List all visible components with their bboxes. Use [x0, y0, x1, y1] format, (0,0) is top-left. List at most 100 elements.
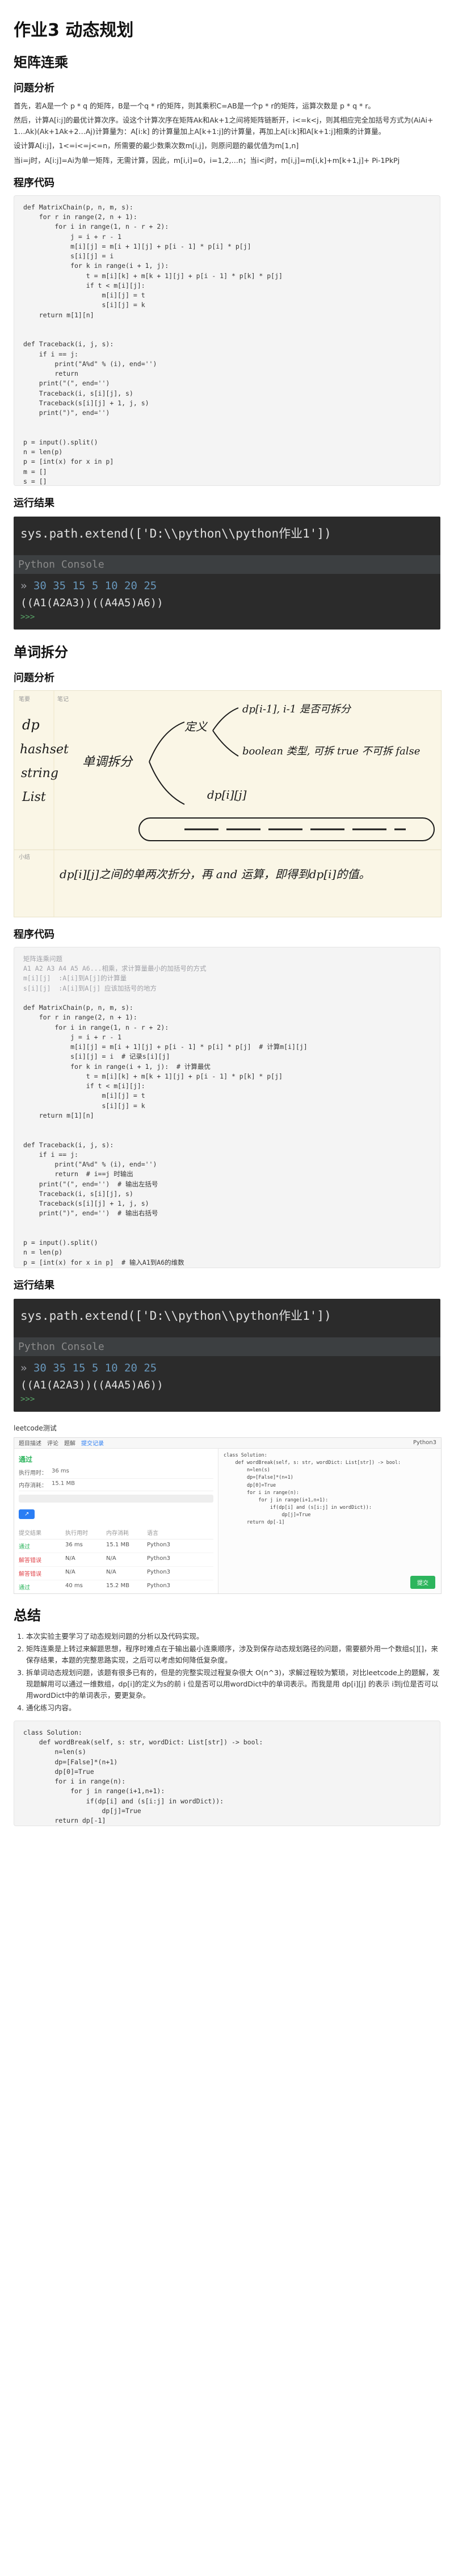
leetcode-code-editor[interactable]: class Solution: def wordBreak(self, s: s… — [219, 1448, 441, 1593]
tab-submissions[interactable]: 提交记录 — [81, 1438, 104, 1447]
row-time: 40 ms — [65, 1582, 83, 1589]
table-row[interactable]: 解答错误 N/A N/A Python3 — [19, 1553, 213, 1567]
runtime-label: 执行用时： — [19, 1470, 47, 1476]
row-mem: N/A — [106, 1555, 116, 1562]
code-block: def MatrixChain(p, n, m, s): for r in ra… — [14, 195, 440, 486]
hand-branch-3: dp[i][j] — [207, 788, 247, 802]
console-input-values: » 30 35 15 5 10 20 25 — [20, 1361, 157, 1374]
submissions-header: 提交结果 执行用时 内存消耗 语言 — [19, 1526, 213, 1539]
col-mem: 内存消耗 — [106, 1530, 129, 1537]
console-result: ((A1(A2A3))((A4A5)A6)) — [20, 1378, 163, 1391]
code-comment: A1 A2 A3 A4 A5 A6...相乘，求计算量最小的加括号的方式 — [23, 964, 207, 973]
row-time: 36 ms — [65, 1541, 83, 1548]
paragraph: 然后，计算A[i:j]的最优计算次序。设这个计算次序在矩阵Ak和Ak+1之间将矩… — [14, 116, 434, 136]
paragraph: 首先，若A是一个 p * q 的矩阵，B是一个q * r的矩阵，则其乘积C=AB… — [14, 102, 375, 110]
hand-list: List — [22, 790, 46, 804]
row-time: N/A — [65, 1555, 75, 1562]
row-mem: 15.2 MB — [106, 1582, 129, 1589]
section-heading-wordbreak: 单词拆分 — [14, 644, 68, 660]
brace-small — [212, 707, 239, 757]
summary-list: 本次实验主要学习了动态规划问题的分析以及代码实现。 矩阵连乘是上转过来解题思想，… — [14, 1631, 440, 1714]
leetcode-caption: leetcode测试 — [14, 1424, 57, 1432]
hand-string: string — [21, 766, 58, 781]
row-lang: Python3 — [147, 1568, 171, 1575]
note-drawing: 笔要 笔记 小结 dp hashset string List 单调拆分 定义 … — [14, 690, 441, 917]
col-lang: 语言 — [147, 1530, 158, 1537]
list-item: 通化练习内容。 — [26, 1702, 440, 1714]
row-time: N/A — [65, 1568, 75, 1575]
language-select[interactable]: Python3 — [413, 1440, 436, 1446]
subheading-result: 运行结果 — [14, 1279, 54, 1291]
console-tab: Python Console — [14, 1337, 440, 1356]
hand-branch-2: boolean 类型, 可拆 true 不可拆 false — [242, 745, 420, 757]
console-result: ((A1(A2A3))((A4A5)A6)) — [20, 596, 163, 609]
submit-button[interactable]: 提交 — [410, 1575, 435, 1589]
console-input-values: » 30 35 15 5 10 20 25 — [20, 579, 157, 592]
console-input-text: 30 35 15 5 10 20 25 — [33, 579, 157, 592]
row-status: 通过 — [19, 1543, 30, 1550]
row-status: 通过 — [19, 1584, 30, 1591]
accepted-status: 通过 — [19, 1455, 33, 1463]
row-mem: 15.1 MB — [106, 1541, 129, 1548]
section-heading-summary: 总结 — [14, 1607, 41, 1623]
console-command: sys.path.extend(['D:\\python\\python作业1'… — [20, 526, 331, 540]
memory-label: 内存消耗： — [19, 1482, 47, 1489]
subheading-analysis: 问题分析 — [14, 82, 54, 94]
console-command: sys.path.extend(['D:\\python\\python作业1'… — [20, 1308, 331, 1323]
row-status: 解答错误 — [19, 1571, 41, 1578]
code-block-annotated: 矩阵连乘问题 A1 A2 A3 A4 A5 A6...相乘，求计算量最小的加括号… — [14, 946, 440, 1268]
hand-dp: dp — [22, 717, 40, 733]
tab-description[interactable]: 题目描述 — [19, 1438, 41, 1447]
hand-branch-1: dp[i-1], i-1 是否可拆分 — [242, 703, 352, 715]
memory-row: 内存消耗： 15.1 MB — [19, 1479, 213, 1491]
console-input-text: 30 35 15 5 10 20 25 — [33, 1361, 157, 1374]
table-row[interactable]: 通过 40 ms 15.2 MB Python3 — [19, 1580, 213, 1593]
list-item: 本次实验主要学习了动态规划问题的分析以及代码实现。 — [26, 1631, 440, 1642]
handwritten-note-image: 笔要 笔记 小结 dp hashset string List 单调拆分 定义 … — [14, 690, 442, 917]
memory-value: 15.1 MB — [52, 1480, 75, 1487]
list-item: 矩阵连乘是上转过来解题思想，程序时难点在于输出最小连乘顺序，涉及到保存动态规划路… — [26, 1643, 440, 1666]
leetcode-tabs: 题目描述 评论 题解 提交记录 Python3 — [14, 1437, 441, 1449]
row-lang: Python3 — [147, 1555, 171, 1562]
document-page: 作业3 动态规划 矩阵连乘 问题分析 首先，若A是一个 p * q 的矩阵，B是… — [0, 0, 454, 2576]
console-output: sys.path.extend(['D:\\python\\python作业1'… — [14, 1298, 440, 1412]
hand-def: 定义 — [184, 720, 208, 733]
runtime-value: 36 ms — [52, 1467, 69, 1474]
row-status: 解答错误 — [19, 1557, 41, 1564]
hand-hashset: hashset — [20, 742, 69, 757]
hand-center: 单调拆分 — [82, 755, 133, 769]
row-mem: N/A — [106, 1568, 116, 1575]
code-text: def MatrixChain(p, n, m, s): for r in ra… — [23, 1004, 308, 1266]
page-title: 作业3 动态规划 — [14, 20, 134, 40]
note-tab: 笔记 — [57, 695, 69, 703]
brace-big — [149, 721, 185, 805]
leetcode-screenshot: 题目描述 评论 题解 提交记录 Python3 通过 执行用时： 36 ms 内… — [14, 1437, 442, 1594]
tab-solutions[interactable]: 题解 — [64, 1438, 75, 1447]
leetcode-left-panel: 通过 执行用时： 36 ms 内存消耗： 15.1 MB ↗ 提交结果 执行用时… — [14, 1448, 218, 1593]
subheading-code: 程序代码 — [14, 928, 54, 941]
section-heading-matrix: 矩阵连乘 — [14, 54, 68, 70]
hand-summary: dp[i][j]之间的单两次折分，再 and 运算，即得到dp[i]的值。 — [60, 867, 370, 881]
paragraph: 当i=j时，A[i:j]=Ai为单一矩阵，无需计算，因此，m[i,i]=0，i=… — [14, 156, 400, 165]
table-row[interactable]: 解答错误 N/A N/A Python3 — [19, 1567, 213, 1580]
console-prompt: >>> — [20, 1394, 35, 1404]
console-prompt: >>> — [20, 612, 35, 622]
row-lang: Python3 — [147, 1582, 171, 1589]
note-label-top: 笔要 — [19, 695, 30, 703]
note-summary-label: 小结 — [19, 853, 30, 861]
tab-comments[interactable]: 评论 — [47, 1438, 58, 1447]
code-comment: s[i][j] :A[i]到A[j] 应该加括号的地方 — [23, 984, 157, 992]
progress-bar — [19, 1494, 213, 1503]
subheading-result: 运行结果 — [14, 497, 54, 509]
share-button[interactable]: ↗ — [19, 1509, 35, 1519]
subheading-code: 程序代码 — [14, 177, 54, 189]
col-time: 执行用时 — [65, 1530, 88, 1537]
console-tab: Python Console — [14, 555, 440, 574]
code-comment: 矩阵连乘问题 — [23, 954, 62, 963]
code-block-summary: class Solution: def wordBreak(self, s: s… — [14, 1720, 440, 1826]
subheading-analysis: 问题分析 — [14, 672, 54, 684]
console-output: sys.path.extend(['D:\\python\\python作业1'… — [14, 516, 440, 630]
list-item: 拆单词动态规划问题，该题有很多已有的，但是的完整实现过程复杂很大 O(n^3)，… — [26, 1667, 440, 1701]
table-row[interactable]: 通过 36 ms 15.1 MB Python3 — [19, 1539, 213, 1553]
row-lang: Python3 — [147, 1541, 171, 1548]
